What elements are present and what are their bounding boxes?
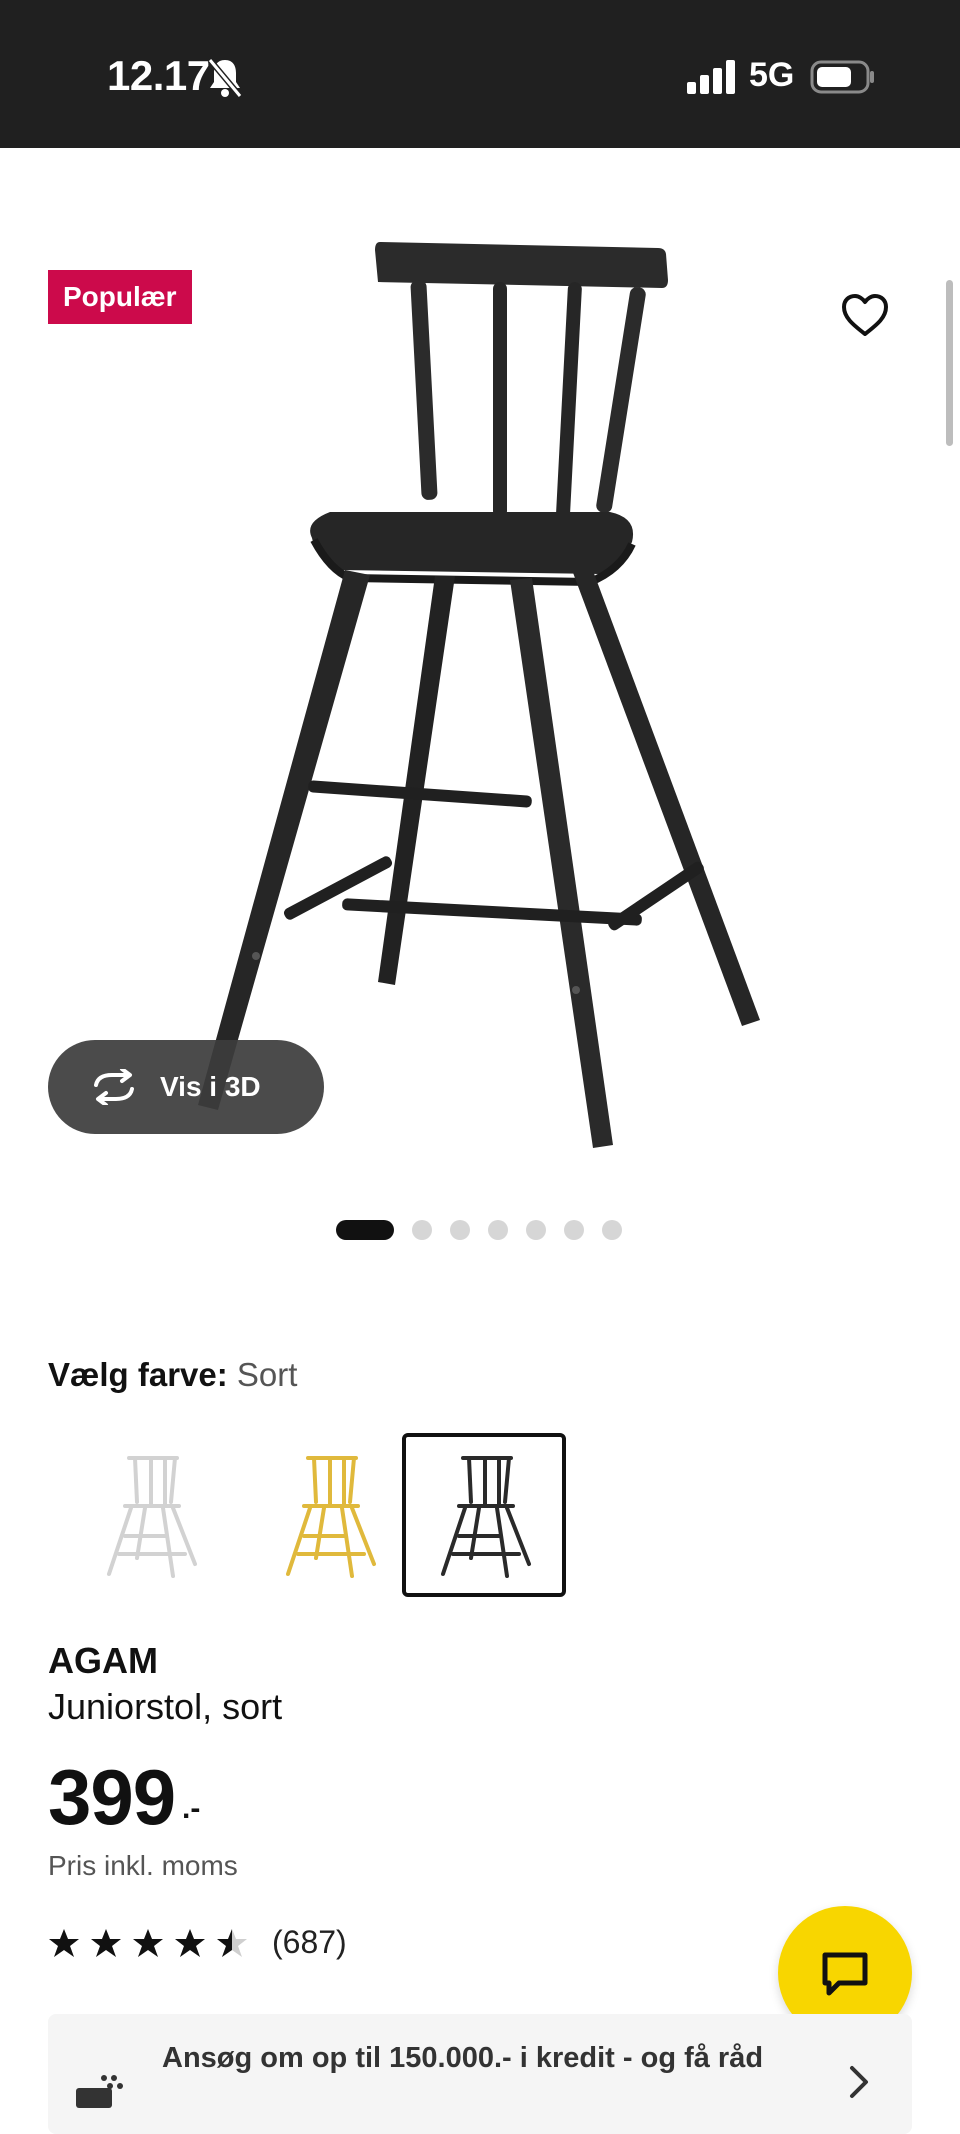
credit-banner[interactable]: Ansøg om op til 150.000.- i kredit - og … xyxy=(48,2014,912,2134)
star-full-icon xyxy=(133,1928,163,1957)
gallery-dot[interactable] xyxy=(526,1220,546,1240)
rating-stars xyxy=(48,1927,248,1959)
rating-summary[interactable]: (687) xyxy=(48,1924,347,1961)
product-price: 399 xyxy=(48,1753,176,1841)
star-half-icon xyxy=(217,1928,247,1957)
product-description: Juniorstol, sort xyxy=(48,1686,283,1727)
battery-icon xyxy=(810,60,874,94)
color-label: Vælg farve: xyxy=(48,1356,228,1393)
price-suffix: .- xyxy=(182,1792,201,1825)
product-name: AGAM xyxy=(48,1640,158,1681)
status-time: 12.17 xyxy=(107,52,210,99)
view-3d-label: Vis i 3D xyxy=(160,1071,261,1102)
view-3d-button[interactable]: Vis i 3D xyxy=(48,1040,324,1134)
star-full-icon xyxy=(175,1928,205,1957)
bell-muted-icon xyxy=(207,58,243,98)
gallery-pagination xyxy=(336,1219,622,1241)
yellow-chair-thumbnail xyxy=(286,1456,376,1578)
review-count: (687) xyxy=(272,1924,347,1960)
black-chair-thumbnail xyxy=(441,1456,531,1578)
gallery-dot[interactable] xyxy=(336,1220,394,1240)
credit-card-icon xyxy=(76,2075,123,2108)
signal-icon xyxy=(687,60,735,94)
gallery-dot[interactable] xyxy=(564,1220,584,1240)
gallery-dot[interactable] xyxy=(602,1220,622,1240)
color-option-black[interactable] xyxy=(402,1433,566,1597)
gallery-dot[interactable] xyxy=(412,1220,432,1240)
gallery-dot[interactable] xyxy=(488,1220,508,1240)
product-image xyxy=(198,242,760,1148)
popular-badge: Populær xyxy=(48,270,192,324)
gallery-dot[interactable] xyxy=(450,1220,470,1240)
chat-bubble-icon xyxy=(822,1952,868,1996)
color-selected-value: Sort xyxy=(236,1356,298,1393)
star-full-icon xyxy=(91,1928,121,1957)
scrollbar[interactable] xyxy=(946,280,953,446)
star-full-icon xyxy=(49,1928,79,1957)
color-option-white[interactable] xyxy=(68,1433,232,1597)
color-option-yellow[interactable] xyxy=(247,1433,411,1597)
rotate-3d-icon xyxy=(94,1069,134,1105)
favorite-heart-icon[interactable] xyxy=(840,292,890,338)
network-label: 5G xyxy=(749,56,795,94)
white-chair-thumbnail xyxy=(107,1456,197,1578)
chevron-right-icon xyxy=(850,2066,868,2098)
status-bar: 12.17 5G xyxy=(0,0,960,148)
price-note: Pris inkl. moms xyxy=(48,1850,238,1881)
color-heading: Vælg farve: Sort xyxy=(48,1356,297,1394)
credit-banner-text: Ansøg om op til 150.000.- i kredit - og … xyxy=(162,2042,764,2074)
